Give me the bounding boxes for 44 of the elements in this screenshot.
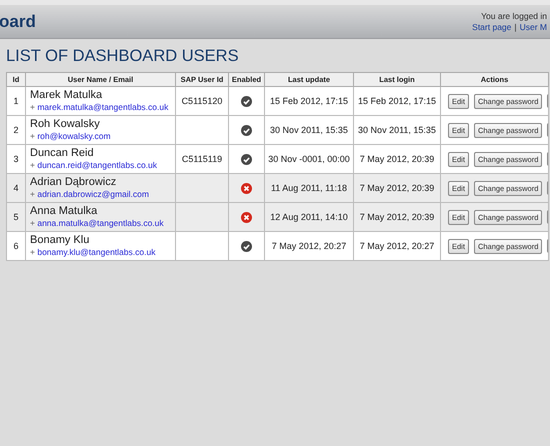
table-cell: 1: [6, 86, 26, 116]
plus-icon: +: [30, 218, 35, 228]
user-name: Anna Matulka: [30, 205, 98, 218]
table-cell: 12 Aug 2011, 14:10: [264, 202, 354, 232]
nav-link[interactable]: Start page: [472, 22, 512, 32]
plus-icon: +: [30, 102, 35, 112]
nav-link[interactable]: User M: [520, 22, 547, 32]
page-title: LIST OF DASHBOARD USERS: [6, 47, 240, 66]
table-cell: C5115119: [176, 144, 228, 174]
table-cell: C5115120: [176, 86, 228, 116]
table-cell: 15 Feb 2012, 17:15: [264, 86, 354, 116]
table-cell: 2: [6, 116, 26, 144]
table-cell: 7 May 2012, 20:39: [354, 144, 440, 174]
table-cell: 30 Nov 2011, 15:35: [354, 116, 440, 144]
table-cell: 11 Aug 2011, 11:18: [264, 174, 354, 202]
link-separator: |: [514, 22, 517, 32]
table-cell: 3: [6, 144, 26, 174]
email-link[interactable]: roh@kowalsky.com: [37, 131, 111, 141]
table-cell: 7 May 2012, 20:39: [354, 174, 440, 202]
user-name: Bonamy Klu: [30, 234, 90, 247]
app-title: oard: [0, 12, 36, 32]
plus-icon: +: [30, 189, 35, 199]
table-cell: 5: [6, 202, 26, 232]
email-link[interactable]: adrian.dabrowicz@gmail.com: [37, 189, 149, 199]
table-cell: 6: [6, 232, 26, 260]
email-link[interactable]: anna.matulka@tangentlabs.co.uk: [37, 218, 164, 228]
table-cell: 30 Nov -0001, 00:00: [264, 144, 354, 174]
user-name: Marek Matulka: [30, 89, 104, 102]
plus-icon: +: [30, 247, 35, 257]
plus-icon: +: [30, 131, 35, 141]
email-link[interactable]: duncan.reid@tangentlabs.co.uk: [37, 160, 158, 170]
login-status: You are logged in: [481, 10, 547, 22]
table-cell: 30 Nov 2011, 15:35: [264, 116, 354, 144]
table-cell: 7 May 2012, 20:27: [264, 232, 354, 260]
user-name: Duncan Reid: [30, 147, 95, 160]
table-cell: 7 May 2012, 20:39: [354, 202, 440, 232]
plus-icon: +: [30, 160, 35, 170]
email-link[interactable]: bonamy.klu@tangentlabs.co.uk: [37, 247, 156, 257]
table-cell: 4: [6, 174, 26, 202]
user-name: Roh Kowalsky: [30, 118, 101, 131]
email-link[interactable]: marek.matulka@tangentlabs.co.uk: [37, 102, 168, 112]
table-cell: 7 May 2012, 20:27: [354, 232, 440, 260]
table-cell: 15 Feb 2012, 17:15: [354, 86, 440, 116]
user-name: Adrian Dąbrowicz: [30, 176, 118, 189]
